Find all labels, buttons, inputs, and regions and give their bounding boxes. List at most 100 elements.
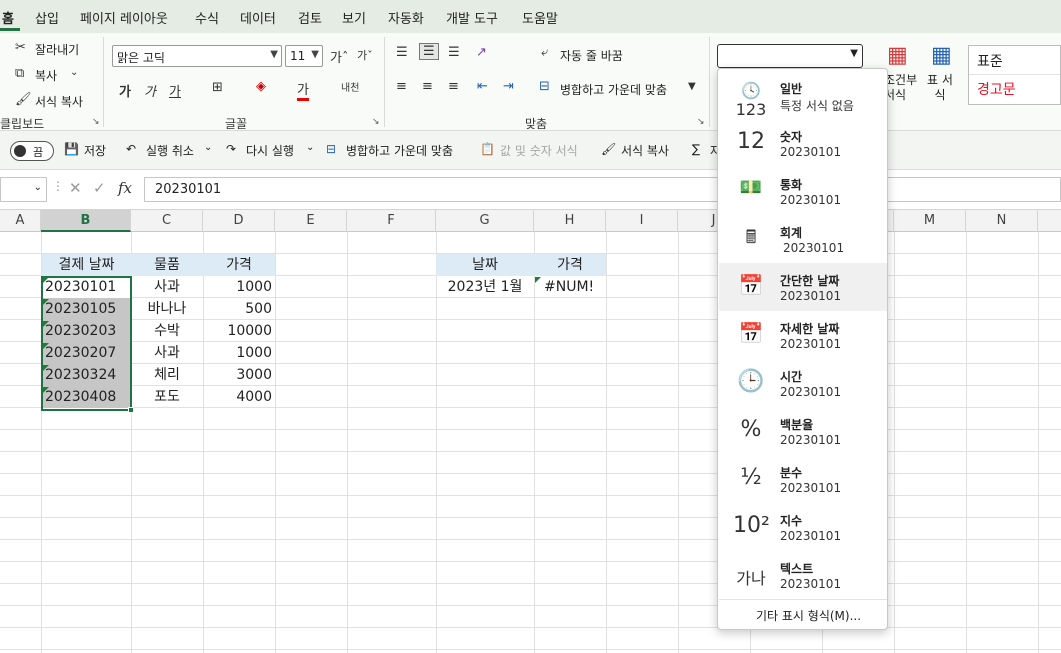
tab-review[interactable]: 검토 xyxy=(298,8,322,27)
tab-insert[interactable]: 삽입 xyxy=(35,8,59,27)
tab-automate[interactable]: 자동화 xyxy=(388,8,424,27)
column-header-i[interactable]: I xyxy=(606,210,678,232)
column-header-h[interactable]: H xyxy=(534,210,606,232)
table-cell[interactable]: 1000 xyxy=(203,342,275,364)
tab-view[interactable]: 보기 xyxy=(342,8,366,27)
bold-icon[interactable]: 가 xyxy=(119,81,131,100)
tab-help[interactable]: 도움말 xyxy=(522,8,558,27)
increase-font-icon[interactable]: 가ˆ xyxy=(330,47,348,66)
paste-values-icon[interactable]: 📋 xyxy=(480,142,495,156)
style-warning[interactable]: 경고문 xyxy=(977,79,1016,99)
table-cell[interactable]: 포도 xyxy=(131,386,203,408)
table-cell[interactable]: 1000 xyxy=(203,276,275,298)
more-number-formats-button[interactable]: 기타 표시 형식(M)... xyxy=(756,607,861,624)
font-color-icon[interactable]: 가 xyxy=(297,79,309,101)
format-number[interactable]: 12 숫자 20230101 xyxy=(719,119,887,167)
autosum-icon[interactable]: ∑ xyxy=(692,142,700,156)
format-fraction[interactable]: ½ 분수 20230101 xyxy=(719,455,887,503)
cut-button[interactable]: 잘라내기 xyxy=(35,41,79,58)
undo-icon[interactable]: ↶ xyxy=(126,142,136,156)
table1-header-price[interactable]: 가격 xyxy=(203,254,275,276)
chevron-down-icon[interactable]: ⌄ xyxy=(204,142,212,153)
save-button[interactable]: 저장 xyxy=(84,142,106,159)
table-cell[interactable]: #NUM! xyxy=(534,276,606,298)
chevron-down-icon[interactable]: ⌄ xyxy=(306,142,314,153)
dialog-launcher-icon[interactable]: ↘ xyxy=(372,117,380,127)
column-header-g[interactable]: G xyxy=(436,210,534,232)
align-left-icon[interactable]: ≡ xyxy=(396,79,407,94)
border-icon[interactable]: ⊞ xyxy=(212,80,223,95)
font-size-combo[interactable]: 11 ▼ xyxy=(285,45,323,67)
table1-header-item[interactable]: 물품 xyxy=(131,254,203,276)
tab-home[interactable]: 홈 xyxy=(2,8,14,27)
column-header-a[interactable]: A xyxy=(0,210,41,232)
italic-icon[interactable]: 가 xyxy=(144,81,156,100)
tab-developer[interactable]: 개발 도구 xyxy=(446,8,498,27)
table1-header-date[interactable]: 결제 날짜 xyxy=(42,254,131,276)
table-cell[interactable]: 사과 xyxy=(131,276,203,298)
format-percentage[interactable]: % 백분율 20230101 xyxy=(719,407,887,455)
paintbrush-icon[interactable]: 🖌 xyxy=(601,142,616,156)
tab-formulas[interactable]: 수식 xyxy=(195,8,219,27)
format-painter-button[interactable]: 서식 복사 xyxy=(621,142,669,159)
redo-button[interactable]: 다시 실행 xyxy=(246,142,294,159)
scissors-icon[interactable]: ✂ xyxy=(15,40,26,55)
chevron-down-icon[interactable]: ▼ xyxy=(688,81,696,92)
format-long-date[interactable]: 📅 자세한 날짜 20230101 xyxy=(719,311,887,359)
format-scientific[interactable]: 10² 지수 20230101 xyxy=(719,503,887,551)
format-accounting[interactable]: 🖩 회계 20230101 xyxy=(719,215,887,263)
column-header-e[interactable]: E xyxy=(275,210,347,232)
error-indicator-icon[interactable] xyxy=(535,277,541,283)
table2-header-price[interactable]: 가격 xyxy=(534,254,606,276)
conditional-format-icon[interactable]: ▦ xyxy=(887,43,908,68)
enter-icon[interactable]: ✓ xyxy=(93,179,106,197)
paste-values-button[interactable]: 값 및 숫자 서식 xyxy=(500,142,578,159)
font-name-combo[interactable]: 맑은 고딕 ▼ xyxy=(112,45,282,67)
decrease-indent-icon[interactable]: ⇤ xyxy=(477,79,488,94)
save-icon[interactable]: 💾 xyxy=(64,142,79,156)
dialog-launcher-icon[interactable]: ↘ xyxy=(92,117,100,127)
autosave-toggle[interactable]: 끔 xyxy=(10,141,54,161)
column-header-d[interactable]: D xyxy=(203,210,275,232)
align-bottom-icon[interactable]: ☰ xyxy=(448,45,460,60)
copy-button[interactable]: 복사 xyxy=(35,67,57,84)
fill-handle[interactable] xyxy=(128,407,134,413)
cancel-icon[interactable]: ✕ xyxy=(69,179,82,197)
merge-center-button[interactable]: 병합하고 가운데 맞춤 xyxy=(560,81,667,98)
format-time[interactable]: 🕒 시간 20230101 xyxy=(719,359,887,407)
format-text[interactable]: 가나 텍스트 20230101 xyxy=(719,551,887,599)
align-center-icon[interactable]: ≡ xyxy=(422,79,433,94)
underline-icon[interactable]: 가 xyxy=(169,81,181,100)
formula-input[interactable]: 20230101 xyxy=(144,177,1061,202)
format-general[interactable]: 🕓123 일반 특정 서식 없음 xyxy=(719,71,887,119)
tab-data[interactable]: 데이터 xyxy=(240,8,276,27)
align-right-icon[interactable]: ≡ xyxy=(448,79,459,94)
insert-function-button[interactable]: fx xyxy=(118,179,132,197)
table-format-icon[interactable]: ▦ xyxy=(931,43,952,68)
table-cell[interactable]: 2023년 1월 xyxy=(436,276,534,298)
table-cell[interactable]: 3000 xyxy=(203,364,275,386)
style-normal[interactable]: 표준 xyxy=(977,51,1003,71)
wrap-text-icon[interactable]: ⤶ xyxy=(541,45,548,60)
format-painter-button[interactable]: 서식 복사 xyxy=(35,93,83,110)
table-cell[interactable]: 500 xyxy=(203,298,275,320)
table-cell[interactable]: 4000 xyxy=(203,386,275,408)
table-cell[interactable]: 체리 xyxy=(131,364,203,386)
conditional-format-button[interactable]: 조건부 서식 xyxy=(884,73,920,103)
number-format-combo[interactable]: ▼ xyxy=(717,44,863,68)
table2-header-date[interactable]: 날짜 xyxy=(436,254,534,276)
table-cell[interactable]: 바나나 xyxy=(131,298,203,320)
orientation-icon[interactable]: ↗ xyxy=(476,45,487,60)
column-header-f[interactable]: F xyxy=(347,210,436,232)
redo-icon[interactable]: ↷ xyxy=(226,142,236,156)
table-cell[interactable]: 사과 xyxy=(131,342,203,364)
phonetic-icon[interactable]: 내천 xyxy=(341,79,359,94)
column-header-m[interactable]: M xyxy=(894,210,966,232)
align-top-icon[interactable]: ☰ xyxy=(396,45,408,60)
column-header-c[interactable]: C xyxy=(131,210,203,232)
merge-center-button[interactable]: 병합하고 가운데 맞춤 xyxy=(346,142,453,159)
merge-center-icon[interactable]: ⊟ xyxy=(326,142,336,156)
format-as-table-button[interactable]: 표 서식 xyxy=(926,73,954,103)
decrease-font-icon[interactable]: 가ˇ xyxy=(357,47,373,63)
column-header-n[interactable]: N xyxy=(966,210,1038,232)
